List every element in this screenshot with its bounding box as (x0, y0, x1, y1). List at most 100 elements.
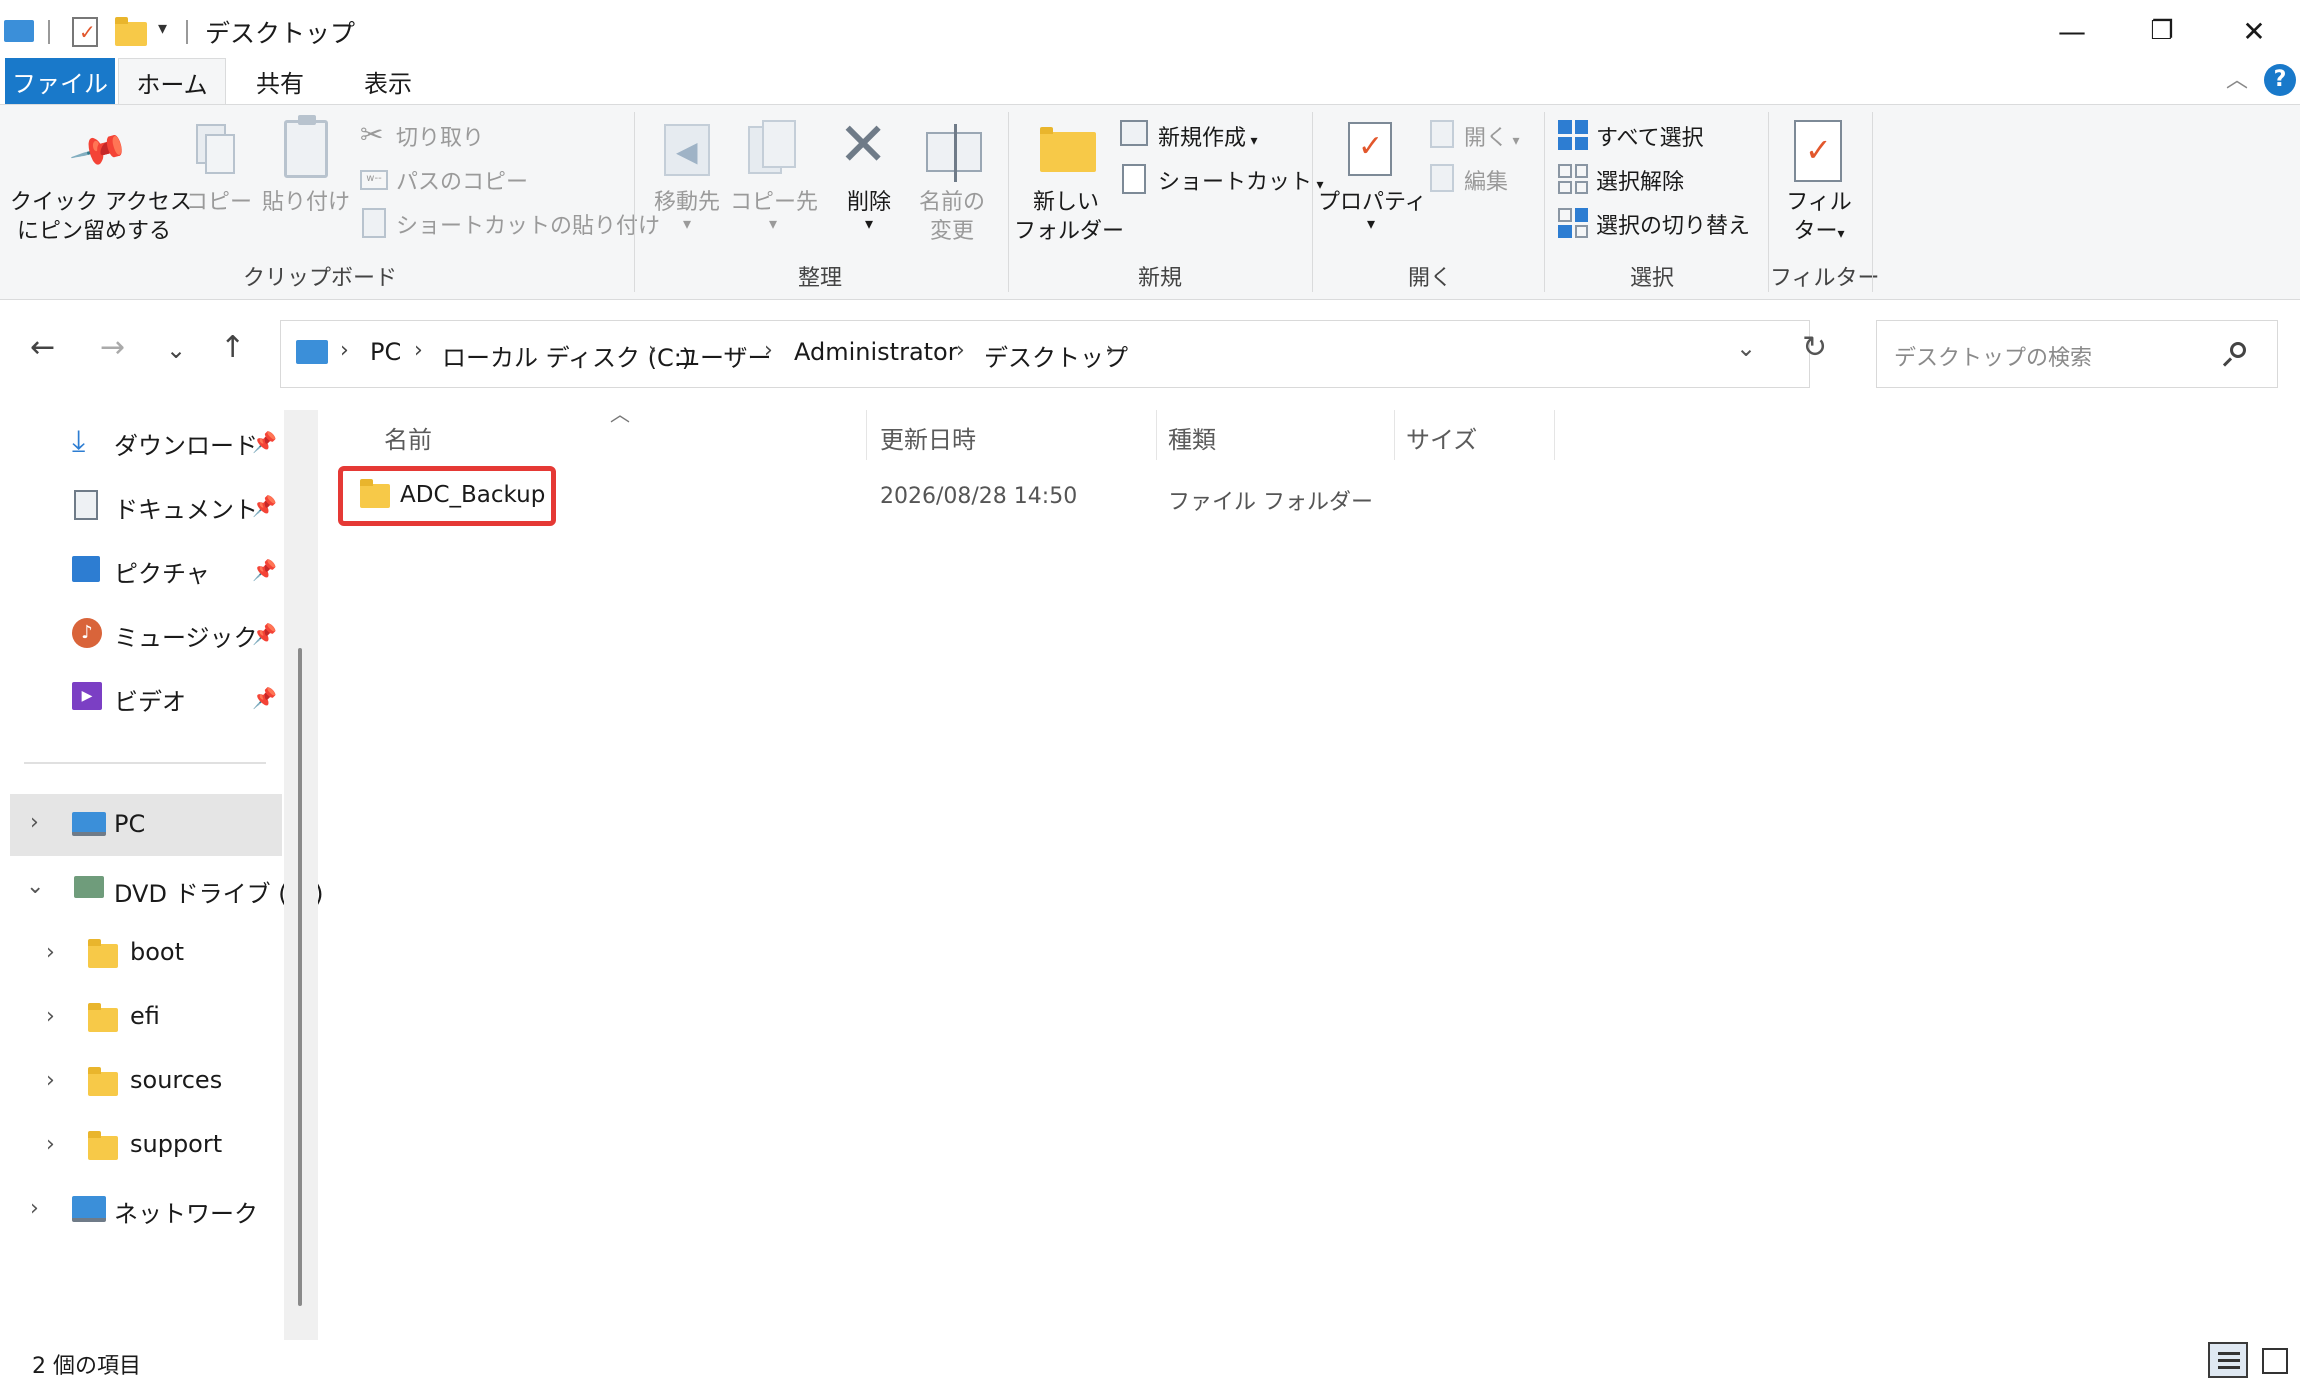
move-to-button[interactable]: 移動先 ▾ (644, 188, 730, 232)
copy-to-button[interactable]: コピー先 ▾ (730, 188, 818, 232)
pc-location-icon (296, 340, 328, 364)
select-all-button[interactable]: すべて選択 (1596, 120, 1704, 152)
breadcrumb-separator: › (956, 338, 965, 363)
column-divider[interactable] (1156, 410, 1157, 460)
nav-item-pc-selected[interactable] (10, 794, 282, 856)
help-icon[interactable]: ? (2264, 64, 2296, 96)
breadcrumb-administrator[interactable]: Administrator (794, 338, 958, 366)
nav-item-sources[interactable]: sources (130, 1066, 222, 1094)
details-view-button[interactable] (2208, 1342, 2248, 1378)
nav-divider (24, 762, 266, 764)
qat-separator (186, 20, 188, 44)
large-icons-view-button[interactable] (2262, 1348, 2288, 1374)
new-item-button[interactable]: 新規作成 ▾ (1158, 120, 1258, 152)
music-icon: ♪ (72, 618, 102, 648)
minimize-button[interactable]: — (2026, 0, 2118, 62)
breadcrumb-separator: › (764, 338, 773, 363)
column-divider[interactable] (866, 410, 867, 460)
breadcrumb-users[interactable]: ユーザー (676, 338, 772, 373)
breadcrumb-pc[interactable]: PC (370, 338, 401, 366)
paste-shortcut-button[interactable]: ショートカットの貼り付け (396, 208, 660, 240)
organize-group-label: 整理 (797, 266, 842, 291)
nav-item-documents[interactable]: ドキュメント (114, 490, 258, 525)
column-header-name[interactable]: 名前 (384, 420, 432, 455)
invert-selection-icon (1558, 208, 1588, 238)
nav-item-videos[interactable]: ビデオ (114, 682, 186, 717)
folder-icon (88, 1131, 118, 1160)
nav-item-downloads[interactable]: ダウンロード (114, 426, 258, 461)
edit-button[interactable]: 編集 (1464, 164, 1508, 196)
network-icon (72, 1196, 106, 1222)
pin-quick-access-button[interactable]: クイック アクセス にピン留めする (10, 188, 192, 246)
status-item-count: 2 個の項目 (32, 1354, 141, 1379)
chevron-down-icon[interactable]: ⌄ (26, 874, 44, 899)
nav-item-efi[interactable]: efi (130, 1002, 160, 1030)
column-header-type[interactable]: 種類 (1168, 420, 1216, 455)
restore-button[interactable]: ❐ (2116, 0, 2208, 62)
group-divider (634, 112, 635, 292)
pc-icon (72, 812, 106, 836)
new-folder-button[interactable]: 新しい フォルダー (1014, 188, 1124, 246)
back-button[interactable]: ← (30, 330, 55, 365)
chevron-right-icon[interactable]: › (46, 1004, 55, 1029)
clipboard-group-label: クリップボード (242, 266, 397, 291)
nav-item-support[interactable]: support (130, 1130, 222, 1158)
filter-group-label: フィルター (1770, 266, 1880, 291)
column-header-size[interactable]: サイズ (1406, 420, 1477, 455)
copy-icon (196, 124, 236, 176)
nav-item-network[interactable]: ネットワーク (114, 1194, 258, 1229)
chevron-right-icon[interactable]: › (30, 810, 39, 835)
column-divider[interactable] (1554, 410, 1555, 460)
pin-icon: 📌 (252, 558, 277, 582)
explorer-app-icon[interactable] (4, 20, 34, 42)
nav-item-pictures[interactable]: ピクチャ (114, 554, 210, 589)
chevron-right-icon[interactable]: › (46, 1068, 55, 1093)
filter-button[interactable]: フィル ター▾ (1776, 188, 1862, 249)
file-modified: 2026/08/28 14:50 (880, 484, 1078, 509)
properties-button[interactable]: プロパティ ▾ (1318, 188, 1427, 232)
pin-icon: 📌 (252, 686, 277, 710)
paste-button[interactable]: 貼り付け (262, 188, 350, 217)
search-icon[interactable] (2222, 340, 2252, 370)
close-button[interactable]: ✕ (2208, 0, 2300, 62)
delete-icon: ✕ (838, 110, 889, 180)
folder-icon (88, 1003, 118, 1032)
file-name[interactable]: ADC_Backup (400, 482, 545, 508)
copy-path-icon: w-- (360, 170, 388, 190)
cut-button[interactable]: 切り取り (396, 120, 484, 152)
tab-share[interactable]: 共有 (240, 58, 320, 104)
invert-selection-button[interactable]: 選択の切り替え (1596, 208, 1750, 240)
tab-home[interactable]: ホーム (118, 58, 226, 106)
tab-file[interactable]: ファイル (5, 58, 115, 104)
chevron-right-icon[interactable]: › (46, 1132, 55, 1157)
column-divider[interactable] (1394, 410, 1395, 460)
copy-button[interactable]: コピー (186, 188, 252, 217)
select-none-button[interactable]: 選択解除 (1596, 164, 1684, 196)
qat-dropdown-icon[interactable]: ▾ (158, 18, 167, 39)
forward-button[interactable]: → (100, 330, 125, 365)
nav-item-music[interactable]: ミュージック (114, 618, 258, 653)
nav-item-pc[interactable]: PC (114, 810, 145, 838)
refresh-icon[interactable]: ↻ (1802, 330, 1827, 365)
tab-view[interactable]: 表示 (348, 58, 428, 104)
chevron-right-icon[interactable]: › (46, 940, 55, 965)
pin-icon: 📌 (252, 622, 277, 646)
properties-icon: ✓ (1348, 122, 1392, 176)
shortcut-button[interactable]: ショートカット ▾ (1158, 164, 1324, 196)
search-input[interactable]: デスクトップの検索 (1894, 340, 2092, 372)
file-type: ファイル フォルダー (1168, 490, 1373, 515)
recent-locations-icon[interactable]: ⌄ (166, 336, 186, 364)
column-header-modified[interactable]: 更新日時 (880, 420, 976, 455)
videos-icon: ▶ (72, 682, 102, 710)
copy-path-button[interactable]: パスのコピー (396, 164, 528, 196)
properties-qat-icon[interactable]: ✓ (72, 17, 98, 47)
nav-scrollbar-thumb[interactable] (298, 648, 302, 1306)
rename-button[interactable]: 名前の 変更 (908, 188, 996, 246)
delete-button[interactable]: 削除 ▾ (826, 188, 912, 232)
address-history-dropdown-icon[interactable]: ⌄ (1736, 334, 1756, 362)
open-button[interactable]: 開く ▾ (1464, 120, 1520, 152)
ribbon-collapse-icon[interactable]: ︿ (2226, 62, 2248, 94)
chevron-right-icon[interactable]: › (30, 1196, 39, 1221)
up-button[interactable]: ↑ (220, 330, 245, 365)
nav-item-boot[interactable]: boot (130, 938, 184, 966)
